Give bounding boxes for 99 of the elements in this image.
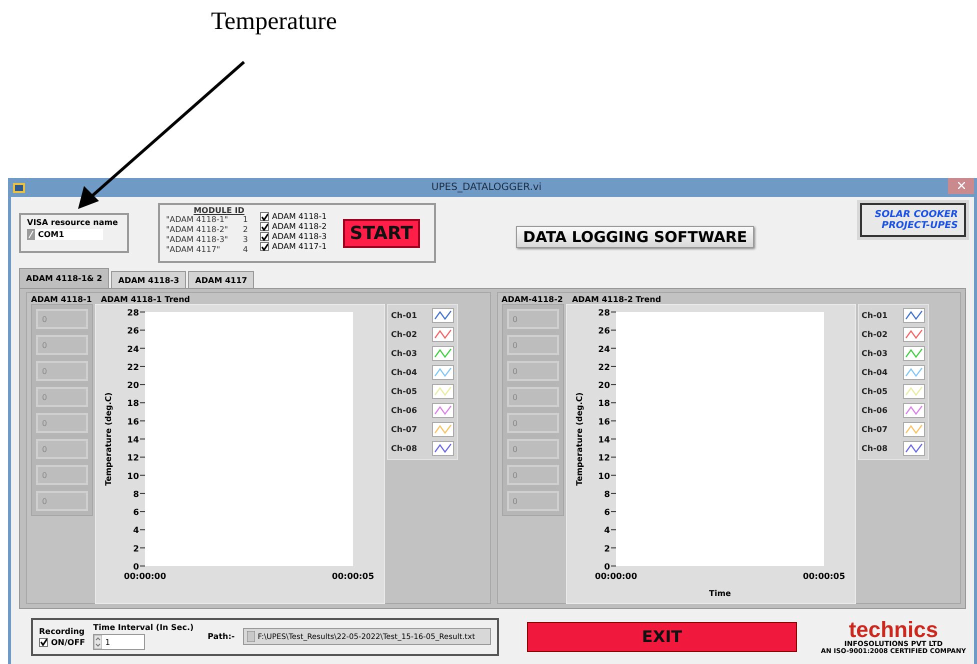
app-icon — [13, 182, 25, 192]
start-button[interactable]: START — [342, 219, 420, 248]
y-tick-label: 0 — [133, 562, 139, 572]
module-checkbox[interactable]: ADAM 4118-3 — [260, 232, 327, 241]
legend-label: Ch-02 — [862, 330, 889, 339]
y-tick-label: 8 — [133, 490, 139, 500]
checkbox[interactable] — [260, 222, 269, 231]
legend-label: Ch-05 — [862, 387, 889, 396]
module-name: "ADAM 4118-1" — [166, 215, 228, 225]
legend-label: Ch-08 — [391, 444, 418, 453]
project-label: SOLAR COOKER — [874, 209, 958, 220]
tab[interactable]: ADAM 4118-1& 2 — [19, 268, 110, 288]
checkbox[interactable] — [260, 242, 269, 251]
legend-label: Ch-08 — [862, 444, 889, 453]
y-tick-label: 14 — [127, 436, 139, 446]
x-tick-label: 00:00:00 — [124, 572, 166, 582]
legend-label: Ch-06 — [862, 406, 889, 415]
module-number: 1 — [242, 215, 248, 225]
y-tick-label: 12 — [598, 454, 610, 464]
y-tick-label: 24 — [598, 344, 610, 355]
legend-label: Ch-01 — [391, 311, 418, 320]
y-tick-label: 24 — [127, 344, 139, 355]
legend-label: Ch-04 — [862, 368, 889, 377]
legend-label: Ch-05 — [391, 387, 418, 396]
y-tick-label: 8 — [604, 490, 610, 500]
y-tick-label: 14 — [598, 436, 610, 446]
y-tick-label: 2 — [604, 544, 610, 554]
annotation-label: Temperature — [211, 8, 337, 35]
y-tick-label: 26 — [598, 326, 610, 337]
module-number: 2 — [242, 225, 248, 235]
module-number: 3 — [242, 235, 248, 245]
module-name: "ADAM 4118-3" — [166, 235, 228, 245]
legend-label: Ch-01 — [862, 311, 889, 320]
close-button[interactable] — [948, 178, 974, 194]
file-icon — [246, 631, 255, 642]
legend-label: Ch-06 — [391, 406, 418, 415]
y-tick-label: 2 — [133, 544, 139, 554]
y-tick-label: 28 — [127, 308, 139, 318]
module-checkbox[interactable]: ADAM 4117-1 — [260, 242, 327, 251]
legend-label: Ch-02 — [391, 330, 418, 339]
y-tick-label: 6 — [604, 508, 610, 518]
module-name: "ADAM 4118-2" — [166, 225, 228, 235]
interval-field[interactable]: 1 — [93, 634, 146, 650]
y-tick-label: 12 — [127, 454, 139, 464]
module-title: MODULE ID — [194, 206, 244, 215]
y-tick-label: 16 — [598, 417, 610, 428]
x-tick-label: 00:00:00 — [594, 572, 637, 582]
y-axis-title: Temperature (deg.C) — [574, 392, 584, 486]
y-tick-label: 4 — [133, 526, 139, 536]
y-tick-label: 4 — [604, 526, 610, 536]
recording-label: Recording — [39, 626, 86, 636]
y-tick-label: 18 — [127, 399, 139, 410]
interval-label: Time Interval (In Sec.) — [93, 623, 194, 632]
indicator-label: ADAM-4118-2 — [502, 295, 563, 304]
indicator-label: ADAM 4118-1 — [31, 295, 92, 304]
y-tick-label: 28 — [598, 308, 610, 318]
module-checkbox[interactable]: ADAM 4118-2 — [260, 222, 327, 231]
module-checkbox[interactable]: ADAM 4118-1 — [260, 212, 327, 221]
project-label: PROJECT-UPES — [880, 220, 958, 231]
io-icon — [27, 229, 35, 240]
legend-label: Ch-07 — [391, 425, 418, 434]
trend-title: ADAM 4118-1 Trend — [100, 295, 190, 304]
y-tick-label: 16 — [127, 417, 139, 428]
checkbox[interactable] — [39, 638, 48, 646]
y-tick-label: 20 — [127, 381, 139, 392]
module-name: "ADAM 4117" — [166, 245, 220, 255]
checkbox[interactable] — [260, 232, 269, 241]
y-tick-label: 10 — [127, 472, 139, 482]
legend-label: Ch-07 — [862, 425, 889, 434]
y-tick-label: 0 — [604, 562, 610, 572]
y-tick-label: 22 — [598, 362, 610, 373]
tab[interactable]: ADAM 4118-3 — [111, 271, 186, 288]
path-label: Path:- — [208, 632, 235, 641]
trend-title: ADAM 4118-2 Trend — [572, 295, 662, 304]
legend-label: Ch-03 — [862, 349, 889, 358]
legend-label: Ch-03 — [391, 349, 418, 358]
window-title: UPES_DATALOGGER.vi — [430, 182, 543, 193]
exit-button[interactable]: EXIT — [527, 622, 797, 652]
recording-checkbox[interactable]: ON/OFF — [39, 638, 86, 646]
resource-field[interactable]: COM1 — [27, 229, 103, 240]
spinner-icon[interactable] — [94, 635, 102, 649]
x-tick-label: 00:00:05 — [802, 572, 845, 582]
x-tick-label: 00:00:05 — [332, 572, 374, 582]
y-tick-label: 18 — [598, 399, 610, 410]
y-tick-label: 6 — [133, 508, 139, 518]
checkbox[interactable] — [260, 212, 269, 221]
visa-label: VISA resource name — [27, 218, 119, 227]
module-number: 4 — [242, 245, 248, 255]
title-banner: DATA LOGGING SOFTWARE — [516, 226, 754, 248]
y-tick-label: 22 — [127, 362, 139, 373]
x-axis-title: Time — [708, 589, 730, 598]
close-icon — [958, 182, 964, 189]
y-tick-label: 26 — [127, 326, 139, 337]
y-tick-label: 20 — [598, 381, 610, 392]
y-tick-label: 10 — [598, 472, 610, 482]
logo-text: technics — [848, 618, 938, 641]
tab[interactable]: ADAM 4117 — [188, 271, 254, 288]
legend-label: Ch-04 — [391, 368, 418, 377]
y-axis-title: Temperature (deg.C) — [104, 392, 113, 486]
